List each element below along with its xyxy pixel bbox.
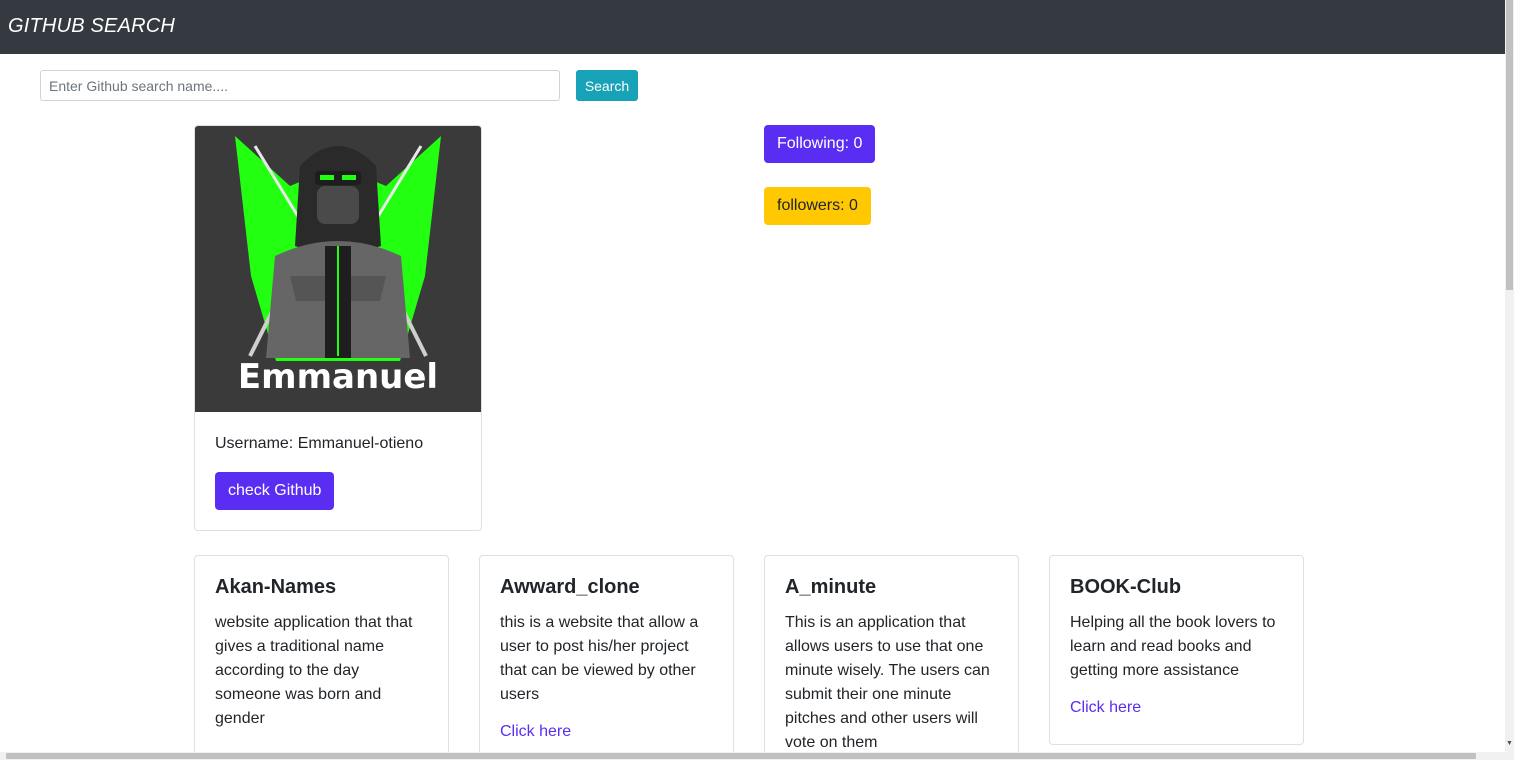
following-button[interactable]: Following: 0 — [764, 125, 876, 163]
repo-description: this is a website that allow a user to p… — [500, 614, 699, 703]
repo-card: A_minute This is an application that all… — [764, 555, 1019, 760]
search-input[interactable] — [40, 70, 560, 101]
repo-title: Akan-Names — [215, 576, 337, 598]
avatar: Emmanuel — [195, 126, 481, 412]
check-github-button[interactable]: check Github — [215, 472, 335, 510]
repo-card: Awward_clone this is a website that allo… — [479, 555, 734, 760]
repo-title: BOOK-Club — [1070, 576, 1182, 598]
followers-button[interactable]: followers: 0 — [764, 187, 871, 225]
vertical-scrollbar-thumb[interactable] — [1506, 0, 1513, 290]
horizontal-scrollbar[interactable] — [0, 752, 1505, 760]
vertical-scrollbar[interactable] — [1505, 0, 1514, 760]
brand-title[interactable]: GITHUB SEARCH — [8, 15, 175, 38]
repo-card: BOOK-Club Helping all the book lovers to… — [1049, 555, 1304, 745]
repo-description: Helping all the book lovers to learn and… — [1070, 614, 1276, 679]
profile-card: Emmanuel Username: Emmanuel-otieno check… — [194, 125, 482, 531]
repo-description: website application that that gives a tr… — [215, 614, 413, 727]
username-text: Username: Emmanuel-otieno — [215, 435, 424, 452]
repo-link[interactable]: Click here — [1070, 699, 1141, 717]
repo-description: This is an application that allows users… — [785, 614, 990, 751]
navbar: GITHUB SEARCH — [0, 0, 1505, 54]
avatar-name-graphic: Emmanuel — [238, 357, 438, 397]
horizontal-scrollbar-thumb[interactable] — [6, 753, 1476, 759]
scroll-down-arrow-icon[interactable]: ▼ — [1505, 740, 1514, 747]
repo-link[interactable]: Click here — [500, 723, 571, 741]
repo-title: A_minute — [785, 576, 877, 598]
repo-title: Awward_clone — [500, 576, 640, 598]
repo-card: Akan-Names website application that that… — [194, 555, 449, 760]
search-button[interactable]: Search — [576, 70, 638, 101]
